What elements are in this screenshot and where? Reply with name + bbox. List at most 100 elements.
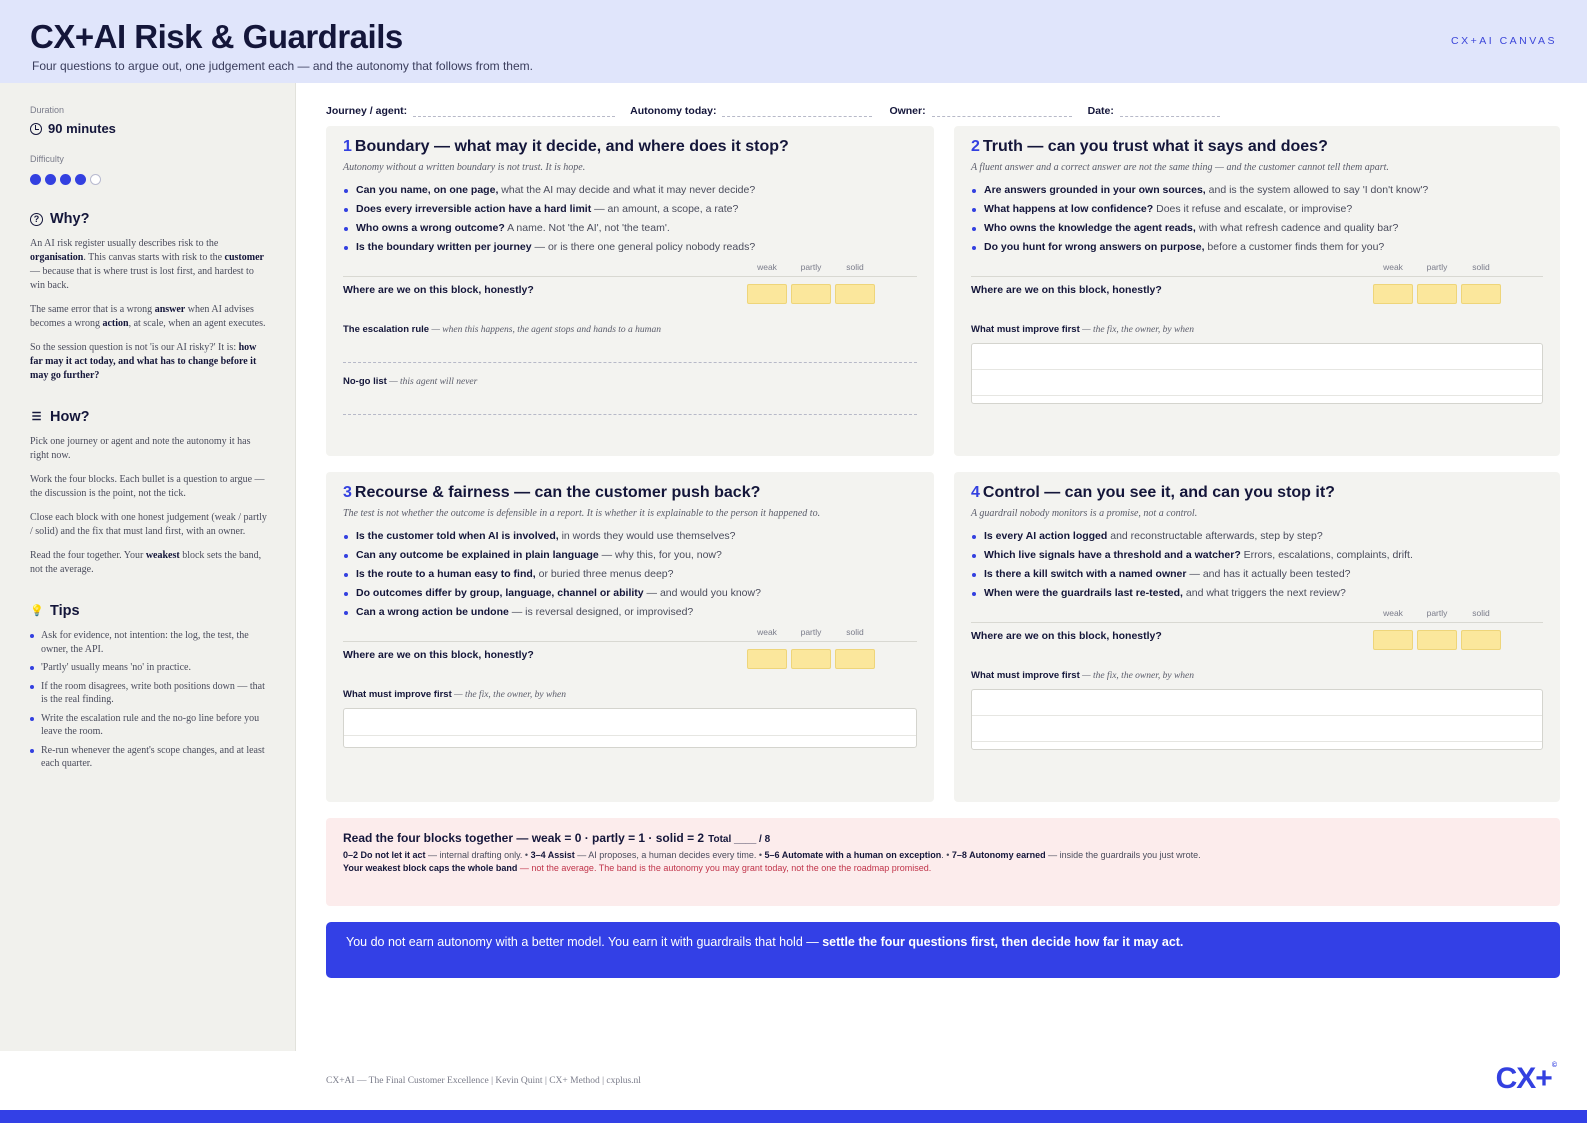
rating-boxes (1373, 284, 1501, 304)
difficulty-dot-filled (45, 174, 56, 185)
question-item: Is the customer told when AI is involved… (343, 527, 917, 546)
why-paragraph-2: The same error that is a wrong answer wh… (30, 304, 266, 329)
question-item: Which live signals have a threshold and … (971, 546, 1543, 565)
autonomy-bands: 0–2 Do not let it act — internal draftin… (343, 850, 1201, 860)
duration-text: 90 minutes (48, 121, 116, 136)
score-panel: Read the four blocks together — weak = 0… (326, 818, 1560, 906)
tip-item: 'Partly' usually means 'no' in practice. (30, 661, 269, 675)
rating-partly-box[interactable] (791, 649, 831, 669)
block-subtitle: Autonomy without a written boundary is n… (343, 162, 586, 173)
how-paragraph-4: Read the four together. Your weakest blo… (30, 550, 262, 575)
rating-row: weak partly solid Where are we on this blo… (971, 262, 1543, 310)
improve-label: What must improve first — the fix, the o… (971, 324, 1194, 335)
block-subtitle: A fluent answer and a correct answer are… (971, 162, 1389, 173)
sidebar: Duration 90 minutes Difficulty ? Why? An… (0, 83, 296, 1051)
improve-textbox[interactable] (971, 689, 1543, 750)
tip-item: If the room disagrees, write both positi… (30, 680, 269, 707)
owner-input[interactable] (931, 103, 1072, 117)
no-go-list-label: No-go list — this agent will never (343, 376, 478, 387)
improve-label: What must improve first — the fix, the o… (343, 689, 566, 700)
rating-weak-box[interactable] (1373, 284, 1413, 304)
rating-scale: weak partly solid (757, 627, 864, 637)
question-icon: ? (30, 212, 43, 226)
closing-banner: You do not earn autonomy with a better m… (326, 922, 1560, 978)
difficulty-dot-filled (30, 174, 41, 185)
rating-boxes (747, 649, 875, 669)
block-title: 2 Truth — can you trust what it says and … (971, 138, 1328, 155)
why-paragraph-3: So the session question is not 'is our A… (30, 342, 257, 381)
rating-solid-box[interactable] (835, 284, 875, 304)
how-paragraph-2: Work the four blocks. Each bullet is a q… (30, 474, 265, 499)
question-item: Do you hunt for wrong answers on purpose… (971, 238, 1543, 257)
question-list: Are answers grounded in your own sources… (971, 181, 1543, 257)
tip-item: Write the escalation rule and the no-go … (30, 712, 269, 739)
improve-textbox[interactable] (971, 343, 1543, 404)
rating-partly-box[interactable] (791, 284, 831, 304)
tips-heading-text: Tips (50, 603, 80, 619)
date-field: Date: (1088, 103, 1220, 117)
rating-row: weak partly solid Where are we on this blo… (343, 627, 917, 675)
block-subtitle: A guardrail nobody monitors is a promise… (971, 508, 1198, 519)
question-item: Does every irreversible action have a ha… (343, 200, 917, 219)
question-item: Can you name, on one page, what the AI m… (343, 181, 917, 200)
question-item: What happens at low confidence? Does it … (971, 200, 1543, 219)
duration-value: 90 minutes (30, 121, 269, 136)
owner-field: Owner: (889, 103, 1072, 117)
page-title: CX+AI Risk & Guardrails (30, 18, 403, 55)
difficulty-dot-filled (60, 174, 71, 185)
date-input[interactable] (1119, 103, 1220, 117)
footer-credits: CX+AI — The Final Customer Excellence | … (326, 1076, 641, 1086)
journey-input[interactable] (413, 103, 616, 117)
rating-row: weak partly solid Where are we on this blo… (971, 608, 1543, 656)
question-item: Who owns a wrong outcome? A name. Not 't… (343, 219, 917, 238)
clock-icon (30, 122, 42, 135)
why-heading-text: Why? (50, 211, 90, 227)
rating-weak-box[interactable] (747, 649, 787, 669)
rating-question: Where are we on this block, honestly? (343, 284, 534, 296)
how-paragraph-3: Close each block with one honest judgeme… (30, 512, 267, 537)
block-boundary: 1 Boundary — what may it decide, and wher… (326, 126, 934, 456)
rating-solid-box[interactable] (1461, 630, 1501, 650)
list-indent-icon: ☰ (31, 410, 42, 423)
question-item: Do outcomes differ by group, language, c… (343, 584, 917, 603)
escalation-rule-field[interactable] (343, 335, 917, 363)
cxplus-logo: CX+© (1495, 1062, 1557, 1095)
question-item: Who owns the knowledge the agent reads, … (971, 219, 1543, 238)
block-title: 4 Control — can you see it, and can you s… (971, 484, 1335, 501)
rating-solid-box[interactable] (1461, 284, 1501, 304)
page-subtitle: Four questions to argue out, one judgeme… (32, 59, 533, 73)
no-go-list-field[interactable] (343, 387, 917, 415)
canvas-tag: CX+AI CANVAS (1451, 35, 1557, 47)
rating-question: Where are we on this block, honestly? (971, 284, 1162, 296)
rating-solid-box[interactable] (835, 649, 875, 669)
rating-weak-box[interactable] (1373, 630, 1413, 650)
rating-question: Where are we on this block, honestly? (343, 649, 534, 661)
rating-partly-box[interactable] (1417, 284, 1457, 304)
tip-item: Ask for evidence, not intention: the log… (30, 629, 269, 656)
score-title: Read the four blocks together — weak = 0… (343, 831, 771, 845)
how-paragraph-1: Pick one journey or agent and note the a… (30, 436, 251, 461)
tips-list: Ask for evidence, not intention: the log… (30, 629, 269, 771)
duration-label: Duration (30, 105, 65, 115)
rating-row: weak partly solid Where are we on this blo… (343, 262, 917, 310)
score-total: Total ____ / 8 (708, 834, 771, 845)
block-recourse-fairness: 3 Recourse & fairness — can the customer … (326, 472, 934, 802)
meta-row: Journey / agent: Autonomy today: Owner: … (326, 103, 1220, 117)
rating-scale: weak partly solid (757, 262, 864, 272)
block-title: 1 Boundary — what may it decide, and wher… (343, 138, 789, 155)
why-paragraph-1: An AI risk register usually describes ri… (30, 238, 264, 291)
block-truth: 2 Truth — can you trust what it says and … (954, 126, 1560, 456)
improve-textbox[interactable] (343, 708, 917, 748)
how-heading-text: How? (50, 409, 90, 425)
tips-heading: 💡 Tips (30, 603, 269, 619)
question-list: Is the customer told when AI is involved… (343, 527, 917, 622)
lightbulb-icon: 💡 (30, 604, 44, 617)
how-heading: ☰ How? (30, 409, 269, 425)
question-item: Is every AI action logged and reconstruc… (971, 527, 1543, 546)
rating-boxes (1373, 630, 1501, 650)
rating-weak-box[interactable] (747, 284, 787, 304)
block-title: 3 Recourse & fairness — can the customer … (343, 484, 761, 501)
rating-partly-box[interactable] (1417, 630, 1457, 650)
tip-item: Re-run whenever the agent's scope change… (30, 744, 269, 771)
autonomy-input[interactable] (722, 103, 873, 117)
